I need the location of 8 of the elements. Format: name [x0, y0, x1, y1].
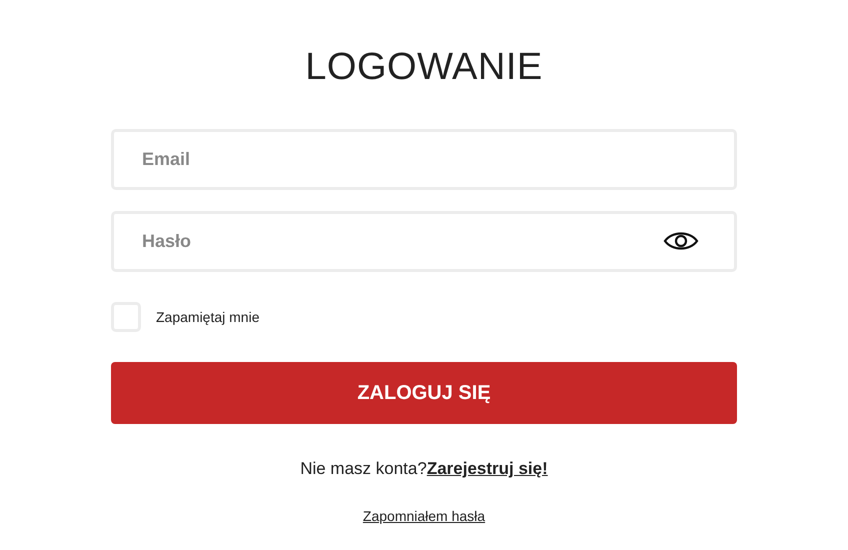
page-title: LOGOWANIE [305, 45, 543, 90]
password-field[interactable]: Hasło [111, 211, 737, 272]
remember-label: Zapamiętaj mnie [156, 308, 260, 327]
email-field[interactable]: Email [111, 129, 737, 190]
login-button[interactable]: ZALOGUJ SIĘ [111, 362, 737, 424]
forgot-password-link[interactable]: Zapomniałem hasła [362, 506, 486, 526]
register-prompt: Nie masz konta?Zarejestruj się! [299, 458, 549, 480]
register-link[interactable]: Zarejestruj się! [426, 459, 548, 478]
